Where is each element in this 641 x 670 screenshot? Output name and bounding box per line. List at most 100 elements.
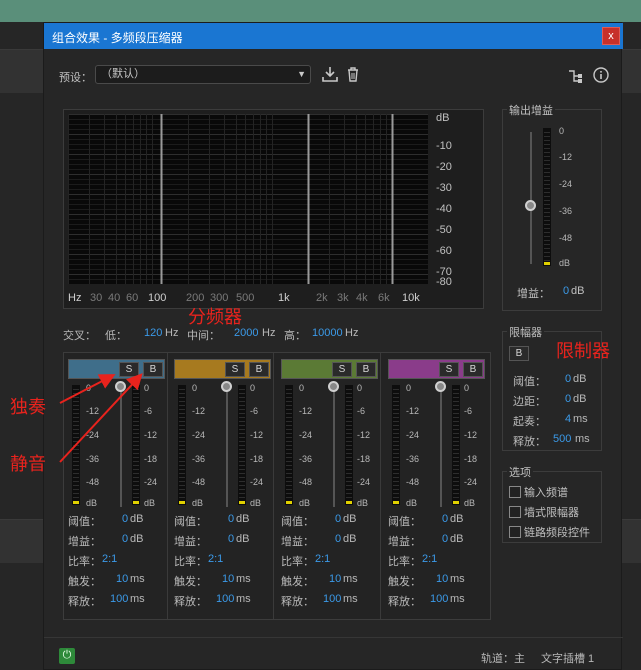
band-bypass-button[interactable]: B [249,362,269,377]
freq-tick: 30 [90,292,103,304]
band-gain-value[interactable]: 0 [122,533,128,545]
band-gain-reduction-meter [132,385,140,505]
band-release-unit: ms [343,593,358,605]
band-attack-value[interactable]: 10 [116,573,128,585]
band-threshold-knob[interactable] [221,381,232,392]
freq-tick: 4k [356,292,368,304]
bands-container: S B 0 -12 -24 -36 -48 dB 0 -6 -12 -18 -2… [63,352,491,620]
close-button[interactable]: x [602,27,620,45]
band-attack-value[interactable]: 10 [329,573,341,585]
checkbox[interactable] [509,526,521,538]
crossover-mid-unit: Hz [262,327,276,339]
limiter-bypass-button[interactable]: B [509,346,529,361]
chevron-down-icon: ▼ [297,69,306,79]
db-tick: -10 [436,140,452,152]
limiter-threshold-value[interactable]: 0 [565,373,571,385]
band-threshold-fader[interactable] [226,387,228,507]
save-preset-icon[interactable] [321,65,339,83]
crossover-high-label: 高： [284,330,306,342]
band-ratio-label: 比率： [174,556,207,568]
band-threshold-knob[interactable] [435,381,446,392]
band-attack-value[interactable]: 10 [436,573,448,585]
spectrum-display[interactable] [68,114,429,285]
band-threshold-value[interactable]: 0 [335,513,341,525]
band-threshold-knob[interactable] [115,381,126,392]
band-header: S B [68,359,165,379]
band-bypass-button[interactable]: B [143,362,163,377]
band-ratio-label: 比率： [281,556,314,568]
limiter-margin-value[interactable]: 0 [565,393,571,405]
band-1: S B 0 -12 -24 -36 -48 dB 0 -6 -12 -18 -2… [64,353,168,619]
band-release-unit: ms [450,593,465,605]
output-gain-value[interactable]: 0 [563,285,569,297]
limiter-attack-value[interactable]: 4 [565,413,571,425]
band-ratio-label: 比率： [68,556,101,568]
band-attack-label: 触发： [388,576,421,588]
band-threshold-fader[interactable] [440,387,442,507]
band-gain-reduction-meter [345,385,353,505]
band-input-meter [178,385,186,505]
freq-tick: 100 [148,292,167,304]
db-tick: -40 [436,203,452,215]
band-threshold-value[interactable]: 0 [228,513,234,525]
crossover-low-value[interactable]: 120 [144,327,162,339]
band-gain-value[interactable]: 0 [335,533,341,545]
band-ratio-value[interactable]: 2:1 [422,553,437,565]
status-slot: 文字插槽 1 [541,653,595,665]
title-bar[interactable]: 组合效果 - 多频段压缩器 x [44,23,623,49]
band-ratio-label: 比率： [388,556,421,568]
band-ratio-value[interactable]: 2:1 [315,553,330,565]
band-release-value[interactable]: 100 [110,593,128,605]
power-toggle-icon[interactable]: ⏻ [59,648,75,664]
band-threshold-fader[interactable] [120,387,122,507]
band-bypass-button[interactable]: B [356,362,376,377]
freq-tick: 2k [316,292,328,304]
info-icon[interactable] [592,66,610,84]
band-gain-value[interactable]: 0 [228,533,234,545]
band-threshold-value[interactable]: 0 [122,513,128,525]
band-threshold-knob[interactable] [328,381,339,392]
freq-tick: 1k [278,292,290,304]
preset-dropdown[interactable]: （默认） ▼ [95,65,311,84]
annotation-limiter: 限制器 [556,341,610,361]
band-ratio-value[interactable]: 2:1 [102,553,117,565]
band-gain-value[interactable]: 0 [442,533,448,545]
option-input-spectrum[interactable]: 输入频谱 [509,484,568,500]
freq-tick: 60 [126,292,139,304]
crossover-high-unit: Hz [345,327,359,339]
preset-value: （默认） [101,68,145,80]
band-ratio-value[interactable]: 2:1 [208,553,223,565]
band-solo-button[interactable]: S [332,362,352,377]
band-solo-button[interactable]: S [119,362,139,377]
db-unit-label: dB [436,112,450,124]
band-attack-label: 触发： [174,576,207,588]
option-link-band-controls[interactable]: 链路频段控件 [509,524,590,540]
band-attack-value[interactable]: 10 [222,573,234,585]
band-bypass-button[interactable]: B [463,362,483,377]
crossover-high-value[interactable]: 10000 [312,327,343,339]
option-brickwall-limiter[interactable]: 墙式限幅器 [509,504,579,520]
band-threshold-fader[interactable] [333,387,335,507]
delete-preset-icon[interactable] [344,65,362,83]
band-release-value[interactable]: 100 [430,593,448,605]
band-release-label: 释放： [281,596,314,608]
band-release-unit: ms [236,593,251,605]
output-fader-knob[interactable] [525,200,536,211]
db-tick: -80 [436,276,452,288]
output-fader-track[interactable] [530,132,532,264]
routing-icon[interactable] [566,67,584,85]
checkbox[interactable] [509,486,521,498]
band-release-value[interactable]: 100 [323,593,341,605]
band-gain-unit: dB [236,533,250,545]
band-release-value[interactable]: 100 [216,593,234,605]
band-solo-button[interactable]: S [225,362,245,377]
band-gain-unit: dB [343,533,357,545]
limiter-margin-label: 边距： [513,396,546,408]
band-threshold-label: 阈值： [174,516,207,528]
band-input-meter [392,385,400,505]
band-solo-button[interactable]: S [439,362,459,377]
band-threshold-value[interactable]: 0 [442,513,448,525]
checkbox[interactable] [509,506,521,518]
band-threshold-label: 阈值： [388,516,421,528]
limiter-release-value[interactable]: 500 [553,433,571,445]
